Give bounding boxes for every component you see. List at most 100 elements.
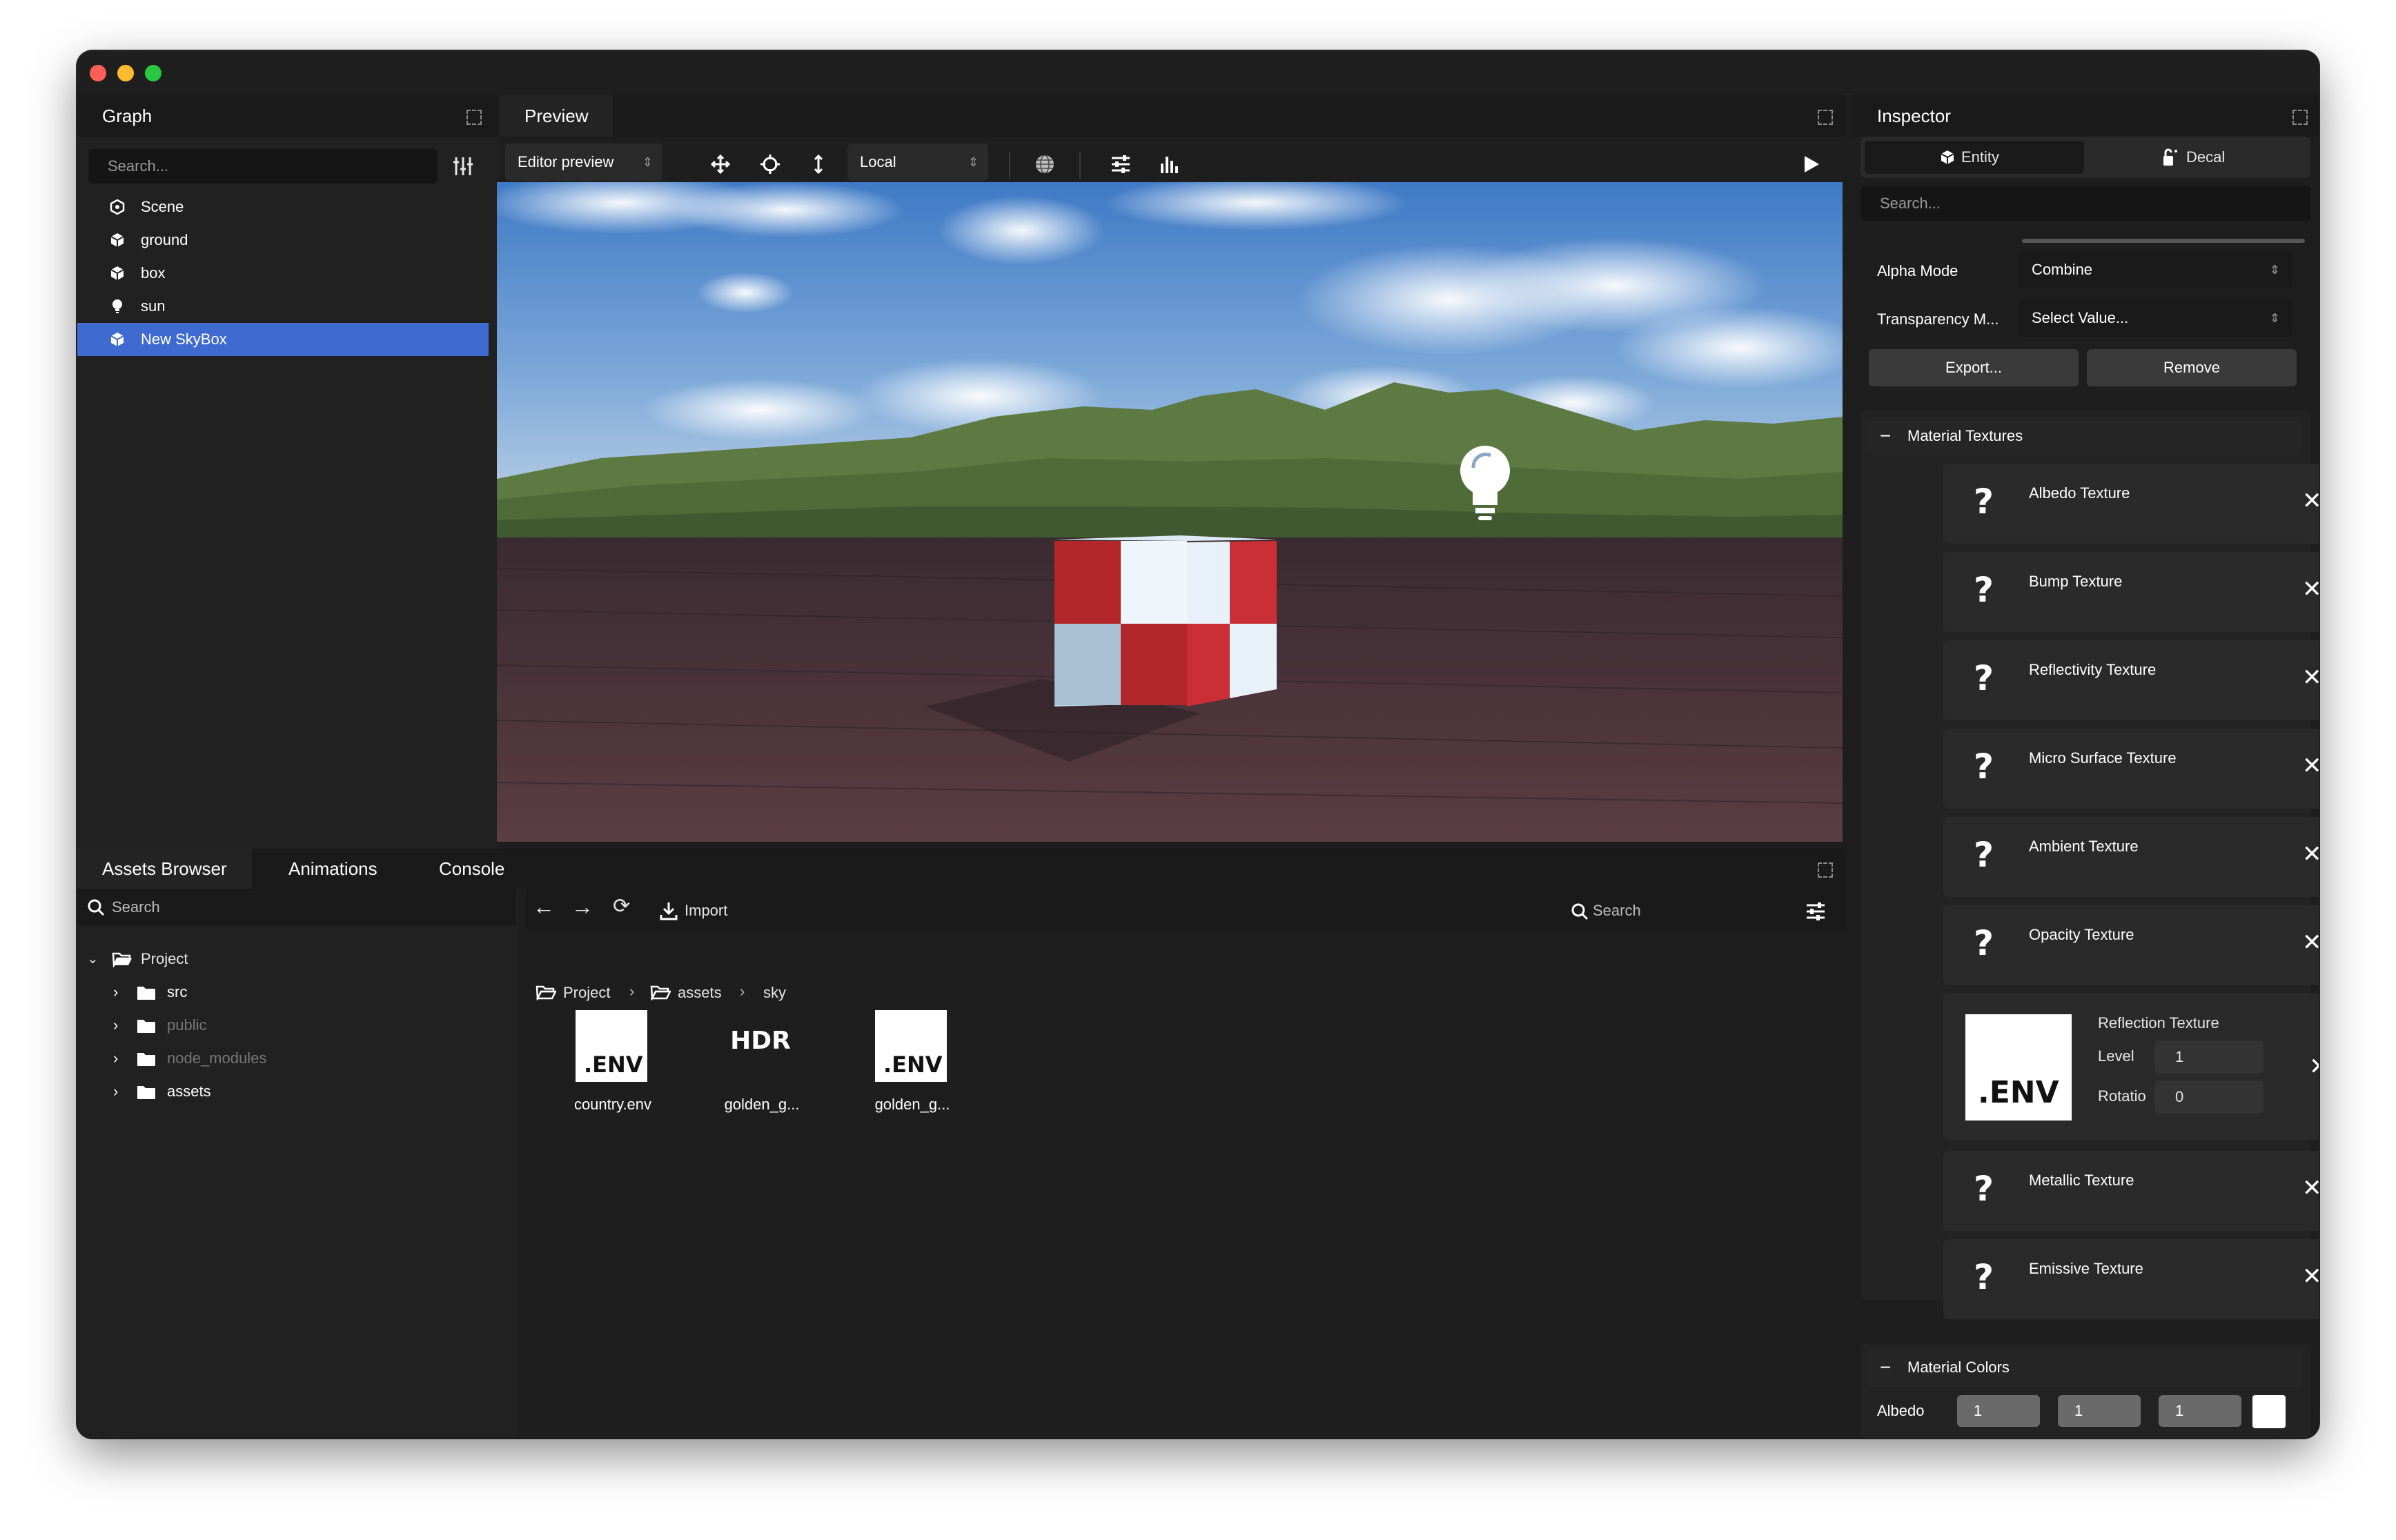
tab-assets-browser[interactable]: Assets Browser (77, 849, 252, 889)
reflectivity-texture-slot[interactable]: ? Reflectivity Texture ✕ (1943, 640, 2319, 720)
sliders-icon[interactable] (1108, 152, 1133, 177)
tree-item-label: public (167, 1016, 207, 1034)
back-arrow-icon[interactable]: ← (533, 894, 555, 920)
close-icon[interactable]: ✕ (2302, 929, 2319, 956)
tree-item-project[interactable]: ⌄ Project (77, 942, 516, 976)
close-icon[interactable]: ✕ (2302, 664, 2319, 691)
minimize-window-button[interactable] (117, 65, 134, 81)
level-input[interactable]: 1 (2154, 1040, 2264, 1074)
breadcrumb-project[interactable]: Project (563, 984, 610, 1002)
breadcrumb: Project › assets › sky (536, 980, 881, 1007)
camera-select[interactable]: Editor preview ⇕ (505, 144, 662, 181)
graph-item-ground[interactable]: ground (77, 224, 489, 257)
expand-icon[interactable] (1818, 110, 1833, 125)
tree-item-node-modules[interactable]: › node_modules (77, 1042, 516, 1075)
asset-file-golden-env[interactable]: .ENV golden_g... (857, 1010, 968, 1121)
export-button[interactable]: Export... (1869, 349, 2079, 386)
close-window-button[interactable] (90, 65, 106, 81)
view-options-icon[interactable] (1805, 901, 1826, 925)
tab-graph[interactable]: Graph (77, 95, 177, 137)
play-icon[interactable] (1798, 152, 1823, 177)
albedo-r-input[interactable]: 1 (1957, 1395, 2040, 1427)
graph-item-box[interactable]: box (77, 257, 489, 290)
chevron-right-icon: › (113, 1083, 119, 1100)
material-colors-header[interactable]: − Material Colors (1869, 1348, 2302, 1387)
metallic-texture-slot[interactable]: ? Metallic Texture ✕ (1943, 1151, 2319, 1231)
space-select[interactable]: Local ⇕ (847, 144, 988, 181)
rotation-input[interactable]: 0 (2154, 1080, 2264, 1114)
close-icon[interactable]: ✕ (2302, 575, 2319, 603)
zoom-window-button[interactable] (145, 65, 161, 81)
bump-texture-slot[interactable]: ? Bump Texture ✕ (1943, 552, 2319, 632)
expand-icon[interactable] (467, 110, 482, 125)
mode-entity-button[interactable]: Entity (1865, 141, 2084, 174)
tab-console[interactable]: Console (414, 849, 529, 889)
forward-arrow-icon[interactable]: → (571, 894, 593, 920)
tab-animations[interactable]: Animations (264, 849, 402, 889)
alpha-mode-select[interactable]: Combine ⇕ (2019, 251, 2292, 288)
close-icon[interactable]: ✕ (2302, 1263, 2319, 1290)
previous-field-edge (2022, 239, 2305, 243)
tab-preview[interactable]: Preview (500, 95, 613, 137)
material-textures-title: Material Textures (1907, 427, 2023, 444)
reflection-texture-slot[interactable]: .ENV Reflection Texture Level 1 Rotatio … (1943, 994, 2319, 1140)
question-mark-icon: ? (1974, 1257, 1994, 1297)
close-icon[interactable]: ✕ (2309, 1053, 2319, 1080)
albedo-g-input[interactable]: 1 (2058, 1395, 2141, 1427)
albedo-color-swatch[interactable] (2252, 1395, 2286, 1428)
breadcrumb-sky[interactable]: sky (763, 984, 786, 1002)
material-textures-header[interactable]: − Material Textures (1869, 417, 2302, 455)
remove-button[interactable]: Remove (2087, 349, 2297, 386)
asset-search-input[interactable]: Search (77, 889, 516, 926)
micro-surface-texture-slot[interactable]: ? Micro Surface Texture ✕ (1943, 729, 2319, 809)
tree-item-public[interactable]: › public (77, 1009, 516, 1042)
graph-item-new-skybox[interactable]: New SkyBox (77, 323, 489, 356)
refresh-icon[interactable]: ⟳ (613, 894, 630, 918)
asset-file-golden-hdr[interactable]: HDR golden_g... (707, 1010, 817, 1121)
albedo-texture-slot[interactable]: ? Albedo Texture ✕ (1943, 464, 2319, 544)
albedo-b-input[interactable]: 1 (2159, 1395, 2241, 1427)
mode-decal-button[interactable]: Decal (2088, 141, 2306, 174)
updown-icon: ⇕ (2269, 263, 2280, 277)
chevron-right-icon: › (113, 1016, 119, 1034)
tree-item-assets[interactable]: › assets (77, 1075, 516, 1108)
move-icon[interactable] (708, 152, 733, 177)
inspector-search-input[interactable]: Search... (1860, 186, 2310, 221)
asset-browser-content (526, 889, 1845, 1438)
reflection-texture-label: Reflection Texture (2098, 1014, 2219, 1031)
close-icon[interactable]: ✕ (2302, 1174, 2319, 1202)
graph-item-scene[interactable]: Scene (77, 190, 489, 224)
tree-item-src[interactable]: › src (77, 976, 516, 1009)
viewport-3d[interactable] (497, 182, 1843, 842)
opacity-texture-slot[interactable]: ? Opacity Texture ✕ (1943, 905, 2319, 985)
tree-item-label: node_modules (167, 1049, 267, 1067)
ambient-texture-slot[interactable]: ? Ambient Texture ✕ (1943, 817, 2319, 897)
close-icon[interactable]: ✕ (2302, 840, 2319, 868)
chevron-down-icon: ⌄ (87, 951, 99, 967)
rotation-label: Rotatio (2098, 1087, 2146, 1105)
breadcrumb-assets[interactable]: assets (678, 984, 722, 1002)
tab-inspector[interactable]: Inspector (1852, 95, 1976, 137)
asset-file-country-env[interactable]: .ENV country.env (558, 1010, 668, 1121)
globe-icon[interactable] (1032, 152, 1057, 177)
emissive-texture-slot[interactable]: ? Emissive Texture ✕ (1943, 1239, 2319, 1319)
mesh-icon (110, 233, 124, 247)
camera-select-value: Editor preview (518, 153, 614, 170)
scale-icon[interactable] (806, 152, 831, 177)
close-icon[interactable]: ✕ (2302, 487, 2319, 515)
texture-label: Albedo Texture (2029, 484, 2130, 502)
close-icon[interactable]: ✕ (2302, 752, 2319, 780)
graph-search-input[interactable]: Search... (88, 149, 438, 184)
rotate-icon[interactable] (758, 152, 783, 177)
expand-icon[interactable] (1818, 862, 1833, 878)
alpha-mode-value: Combine (2032, 261, 2093, 278)
graph-item-sun[interactable]: sun (77, 290, 489, 323)
stats-icon[interactable] (1157, 152, 1181, 177)
asset-browser-search[interactable]: Search (1571, 897, 1709, 925)
transparency-mode-label: Transparency M... (1877, 310, 1999, 328)
filter-sliders-icon[interactable] (453, 156, 473, 180)
tree-item-label: assets (167, 1083, 211, 1100)
transparency-mode-select[interactable]: Select Value... ⇕ (2019, 299, 2292, 337)
expand-icon[interactable] (2292, 110, 2308, 125)
question-mark-icon: ? (1974, 747, 1994, 787)
